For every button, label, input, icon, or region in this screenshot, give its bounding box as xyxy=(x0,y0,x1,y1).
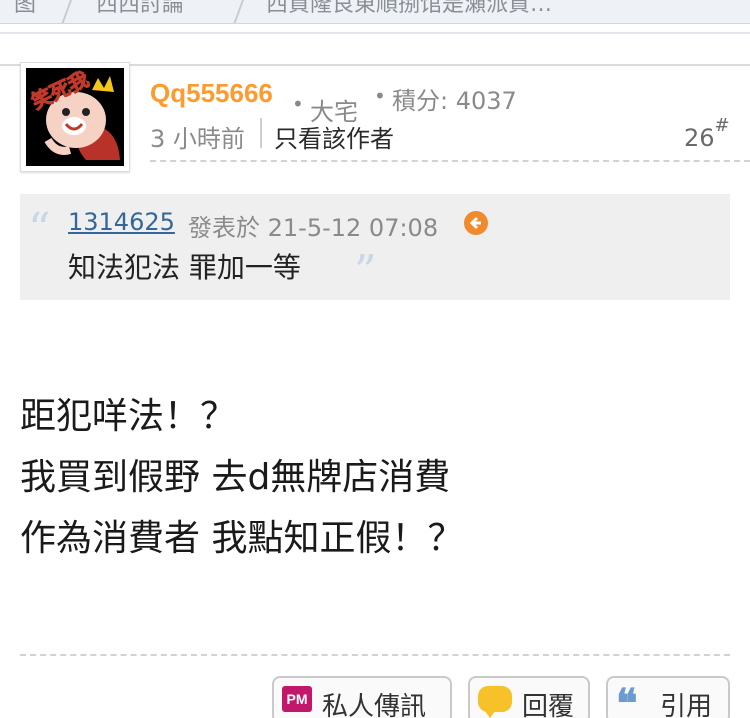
header-divider xyxy=(0,32,750,34)
avatar-image: 笑死我 xyxy=(26,68,124,166)
quote-text: 知法犯法 罪加一等 xyxy=(68,251,301,284)
quote-block: “ 1314625 發表於 21-5-12 07:08 知法犯法 罪加一等 ” xyxy=(20,194,730,300)
floor-hash: # xyxy=(714,115,730,136)
footer-dashed-divider xyxy=(20,654,730,656)
quote-button[interactable]: ❝ 引用 xyxy=(606,676,730,718)
user-credits: 積分: 4037 xyxy=(392,87,517,115)
private-message-label: 私人傳訊 xyxy=(322,692,427,718)
separator-dot: • xyxy=(374,84,386,108)
breadcrumb-item-thread[interactable]: 西貢隆良東順捌馆是瀬派貨… xyxy=(266,0,552,18)
breadcrumb: 图 西西討論 西貢隆良東順捌馆是瀬派貨… xyxy=(0,0,750,24)
quote-open-icon: “ xyxy=(28,204,51,255)
only-view-author-link[interactable]: 只看該作者 xyxy=(274,119,394,154)
post-body-line: 距犯咩法！？ xyxy=(20,396,237,437)
breadcrumb-separator xyxy=(231,0,247,23)
quote-close-icon: ” xyxy=(354,246,377,297)
avatar[interactable]: 笑死我 xyxy=(20,62,130,172)
quote-meta: 發表於 21-5-12 07:08 xyxy=(188,214,439,242)
breadcrumb-item-home[interactable]: 图 xyxy=(14,0,36,18)
post-body: 距犯咩法！？ 我買到假野 去d無牌店消費 作為消費者 我點知正假！？ xyxy=(20,386,463,569)
divider xyxy=(260,118,262,148)
speech-bubble-icon xyxy=(478,686,512,718)
post-body-line: 作為消費者 我點知正假！？ xyxy=(20,518,464,559)
private-message-button[interactable]: PM 私人傳訊 xyxy=(272,676,452,718)
floor-number[interactable]: 26# xyxy=(684,115,730,152)
post-time: 3 小時前 xyxy=(150,125,245,153)
author-name[interactable]: Qq555666 xyxy=(150,78,273,109)
pm-icon: PM xyxy=(282,686,312,712)
separator-dot: • xyxy=(292,92,304,116)
quote-user-link[interactable]: 1314625 xyxy=(68,208,175,236)
breadcrumb-item-forum[interactable]: 西西討論 xyxy=(96,0,184,18)
post-body-line: 我買到假野 去d無牌店消費 xyxy=(20,457,451,498)
jump-to-post-icon[interactable] xyxy=(464,211,488,235)
quote-mark-icon: ❝ xyxy=(616,680,638,718)
reply-label: 回覆 xyxy=(522,692,575,718)
floor-number-value: 26 xyxy=(684,124,715,152)
breadcrumb-separator xyxy=(59,0,75,23)
reply-button[interactable]: 回覆 xyxy=(468,676,590,718)
avatar-cartoon-icon: 笑死我 xyxy=(26,68,124,166)
quote-label: 引用 xyxy=(660,692,713,718)
header-dashed-divider xyxy=(150,160,750,162)
